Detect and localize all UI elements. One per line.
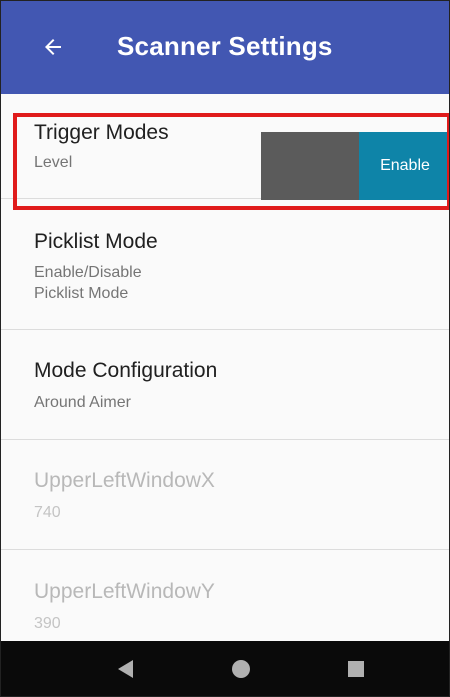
pref-upper-left-window-x: UpperLeftWindowX 740 xyxy=(1,440,449,550)
pref-title: Trigger Modes xyxy=(34,121,169,144)
pref-title: Mode Configuration xyxy=(34,359,218,382)
pref-summary: 740 xyxy=(34,504,61,521)
nav-recents-button[interactable] xyxy=(341,654,371,684)
pref-summary-line1: Enable/Disable xyxy=(34,264,142,281)
pref-summary: Around Aimer xyxy=(34,394,131,411)
nav-back-button[interactable] xyxy=(111,654,141,684)
pref-title: Picklist Mode xyxy=(34,230,158,253)
screen: Scanner Settings Trigger Modes Level Pic… xyxy=(0,0,450,697)
page-title: Scanner Settings xyxy=(117,31,333,61)
pref-summary-line2: Picklist Mode xyxy=(34,285,129,302)
picklist-mode-toggle[interactable]: Enable xyxy=(261,132,449,200)
square-recents-icon xyxy=(348,661,364,677)
circle-home-icon xyxy=(232,660,250,678)
app-bar: Scanner Settings xyxy=(1,1,449,94)
arrow-left-icon xyxy=(45,39,61,55)
pref-summary: 390 xyxy=(34,615,61,632)
toggle-enable-label: Enable xyxy=(359,132,449,200)
back-button[interactable] xyxy=(35,29,71,65)
toggle-track-off xyxy=(261,132,359,200)
pref-summary: Level xyxy=(34,154,73,171)
pref-title: UpperLeftWindowX xyxy=(34,469,215,492)
pref-picklist-mode[interactable]: Picklist Mode Enable/Disable Picklist Mo… xyxy=(1,199,449,330)
system-nav-bar xyxy=(1,641,449,696)
pref-title: UpperLeftWindowY xyxy=(34,580,215,603)
triangle-back-icon xyxy=(118,660,133,678)
nav-home-button[interactable] xyxy=(226,654,256,684)
pref-mode-configuration[interactable]: Mode Configuration Around Aimer xyxy=(1,330,449,440)
